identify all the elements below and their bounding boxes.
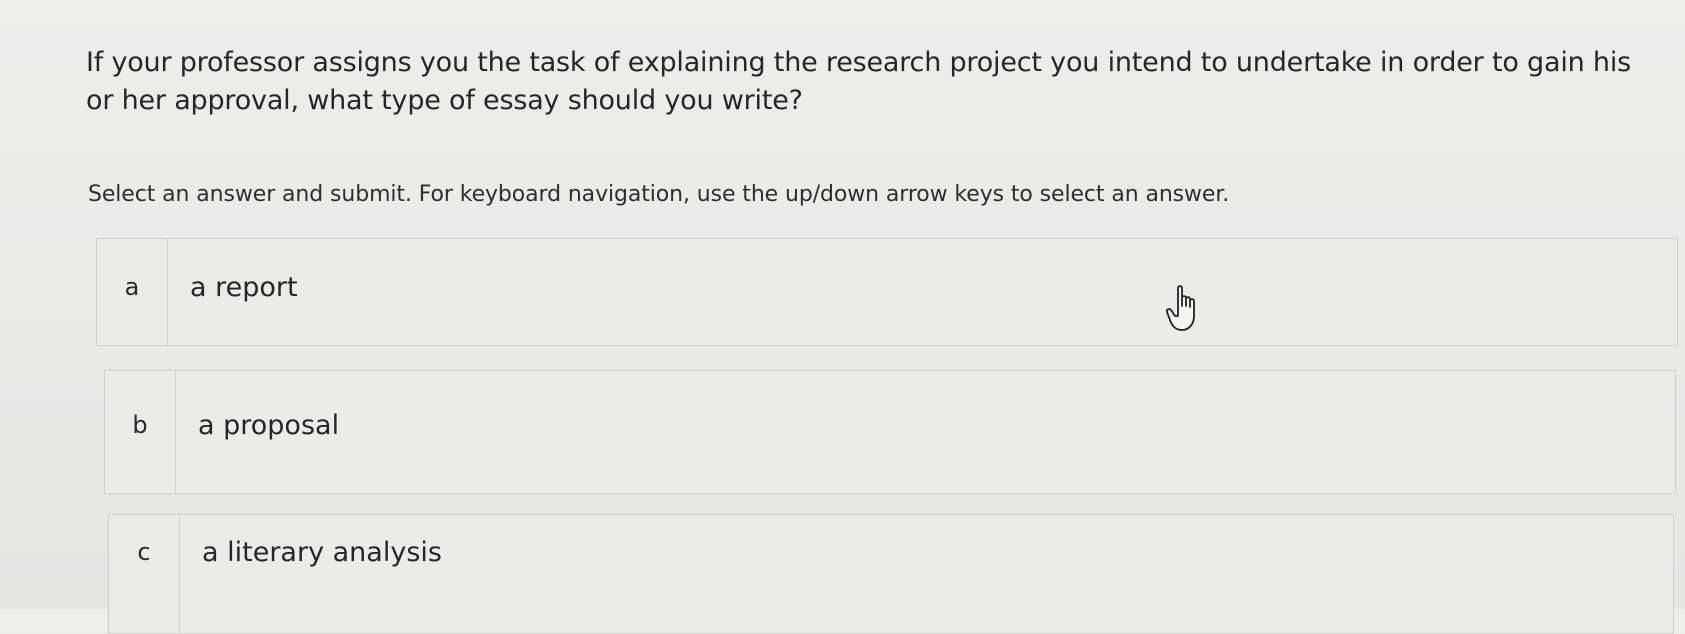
answer-option-c[interactable]: c a literary analysis — [108, 514, 1674, 634]
hand-pointer-icon — [1166, 285, 1195, 331]
option-letter: a — [97, 239, 168, 345]
answer-option-a[interactable]: a a report — [96, 238, 1678, 346]
option-label: a report — [190, 271, 298, 303]
option-label: a proposal — [198, 409, 340, 441]
option-letter: c — [109, 515, 180, 633]
option-label: a literary analysis — [202, 536, 442, 568]
answer-options: a a report b a proposal c a literary ana… — [0, 0, 1685, 634]
answer-option-b[interactable]: b a proposal — [104, 370, 1676, 494]
option-letter: b — [105, 371, 176, 493]
